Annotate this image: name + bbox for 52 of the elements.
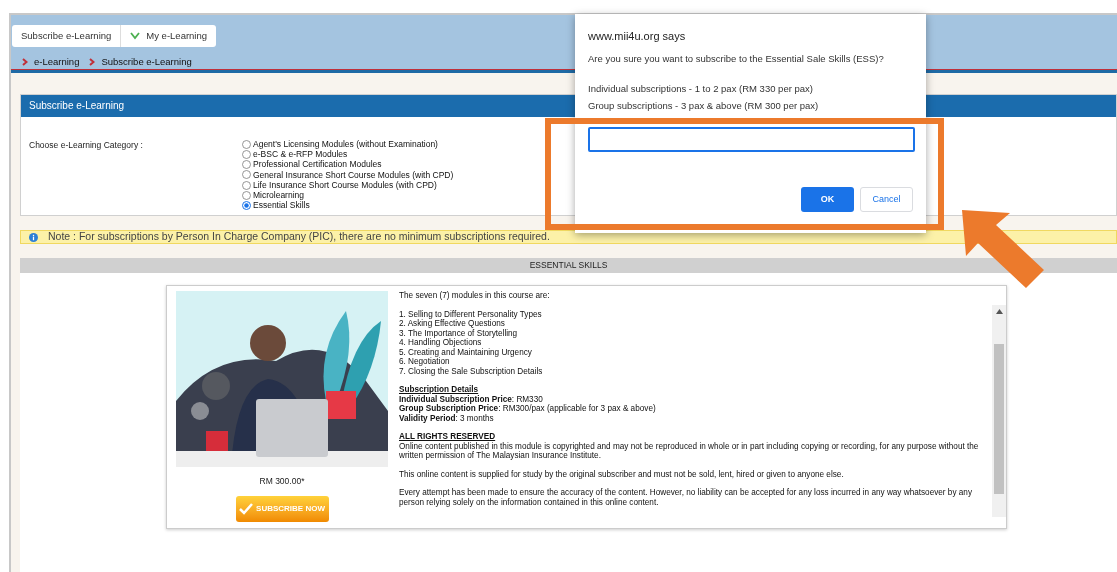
- module-item: 3. The Importance of Storytelling: [399, 328, 519, 338]
- radio-option[interactable]: Life Insurance Short Course Modules (with CPD): [242, 180, 454, 191]
- category-label: Choose e-Learning Category :: [29, 138, 144, 152]
- module-item: 4. Handling Objections: [399, 338, 483, 348]
- radio-button[interactable]: [242, 170, 251, 180]
- breadcrumb-link[interactable]: Subscribe e-Learning: [101, 55, 192, 70]
- ok-button[interactable]: OK: [801, 187, 854, 213]
- cancel-button[interactable]: Cancel: [860, 187, 913, 213]
- radio-option[interactable]: Professional Certification Modules: [242, 159, 454, 170]
- intro-text: The seven (7) modules in this course are:: [399, 291, 551, 301]
- radio-button[interactable]: [242, 160, 251, 170]
- radio-option[interactable]: Microlearning: [242, 190, 454, 201]
- module-item: 1. Selling to Different Personality Types: [399, 309, 543, 319]
- nav-tab[interactable]: My e-Learning: [120, 25, 217, 47]
- checkmark-icon: [239, 502, 254, 515]
- module-item: 2. Asking Effective Questions: [399, 319, 505, 329]
- chevron-icon: [22, 58, 28, 67]
- radio-option[interactable]: Agent's Licensing Modules (without Examination): [242, 138, 454, 150]
- radio-button[interactable]: [242, 139, 251, 149]
- module-item: 7. Closing the Sale Subscription Details: [399, 366, 544, 376]
- module-item: 5. Creating and Maintaining Urgency: [399, 347, 533, 357]
- nav-tab[interactable]: Subscribe e-Learning: [12, 25, 121, 47]
- dialog-message: Are you sure you want to subscribe to the Essential Sale Skills (ESS)?: [588, 51, 885, 66]
- breadcrumb-link[interactable]: e-Learning: [34, 55, 80, 70]
- scroll-up-icon[interactable]: [995, 309, 1003, 314]
- info-icon: [29, 232, 38, 242]
- dialog-title: www.mii4u.org says: [588, 29, 687, 44]
- dialog-text: Group subscriptions - 3 pax & above (RM 300 per pax): [588, 99, 820, 113]
- input-field[interactable]: [588, 127, 915, 153]
- check-icon: [130, 32, 141, 40]
- radio-option[interactable]: Essential Skills: [242, 200, 454, 211]
- radio-button[interactable]: [242, 149, 251, 159]
- detail-text: Individual Subscription Price: RM330: [399, 394, 543, 404]
- note-text: Note : For subscriptions by Person In Charge Company (PIC), there are no minimum subscriptions required.: [48, 229, 550, 245]
- scrollbar[interactable]: [992, 305, 1006, 517]
- radio-button[interactable]: [242, 201, 251, 211]
- paragraph: Online content published in this module is copyrighted and may not be reproduced in whole or in part including copying or recording, for any purpose without the written permission of The Malaysian Insurance Institute.: [399, 441, 980, 461]
- paragraph: This online content is supplied for study by the original subscriber and must not be sold, lent, hired or given to anyone else.: [399, 469, 845, 479]
- chevron-icon: [89, 58, 96, 67]
- section-header: ESSENTIAL SKILLS: [20, 258, 1117, 273]
- module-item: 6. Negotiation: [399, 357, 451, 367]
- radio-button[interactable]: [242, 191, 251, 201]
- radio-button[interactable]: [242, 180, 251, 190]
- dialog-text: Individual subscriptions - 1 to 2 pax (RM 330 per pax): [588, 81, 814, 96]
- paragraph: Every attempt has been made to ensure the accuracy of the content. However, no liability can be accepted for any loss incurred in any way whatsoever by any person relying solely on the information contained in this online content.: [399, 488, 973, 507]
- details-heading: Subscription Details: [399, 385, 480, 395]
- detail-text: Group Subscription Price: RM300/pax (applicable for 3 pax & above): [399, 404, 657, 414]
- rights-heading: ALL RIGHTS RESERVED: [399, 432, 497, 442]
- detail-text: Validity Period: 3 months: [399, 413, 495, 423]
- price-text: RM 300.00*: [259, 475, 305, 488]
- radio-option[interactable]: General Insurance Short Course Modules (with CPD): [242, 169, 454, 181]
- radio-option[interactable]: e-BSC & e-RFP Modules: [242, 149, 454, 160]
